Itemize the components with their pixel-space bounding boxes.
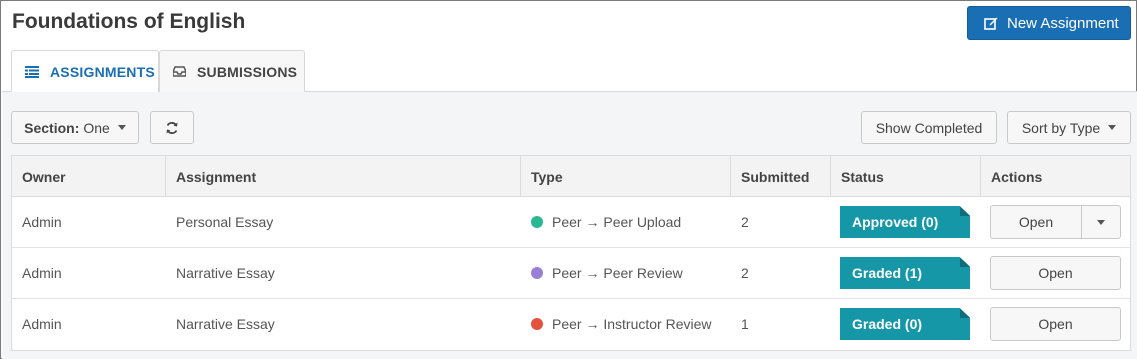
chevron-down-icon: [117, 125, 126, 130]
open-button[interactable]: Open: [990, 307, 1121, 341]
section-dropdown[interactable]: Section: One: [11, 111, 139, 144]
app-frame: Foundations of English New Assignment AS…: [0, 0, 1137, 359]
assignment-cell: Personal Essay: [176, 214, 274, 230]
new-assignment-label: New Assignment: [1007, 14, 1119, 32]
show-completed-button[interactable]: Show Completed: [861, 111, 997, 144]
new-assignment-button[interactable]: New Assignment: [967, 6, 1131, 40]
column-header-status[interactable]: Status: [831, 156, 981, 197]
owner-cell: Admin: [22, 265, 62, 281]
column-header-type[interactable]: Type: [521, 156, 731, 197]
list-icon: [25, 66, 39, 78]
refresh-icon: [166, 121, 178, 134]
refresh-button[interactable]: [150, 111, 194, 144]
type-dot-icon: [531, 318, 543, 330]
assignments-table: Owner Assignment Type Submitted Status A…: [11, 155, 1131, 351]
tab-assignments[interactable]: ASSIGNMENTS: [11, 50, 159, 93]
sort-dropdown[interactable]: Sort by Type: [1007, 111, 1131, 144]
type-cell: Peer → Peer Review: [521, 248, 683, 298]
type-label: Peer → Instructor Review: [552, 316, 712, 332]
assignment-cell: Narrative Essay: [176, 265, 275, 281]
edit-icon: [984, 17, 998, 30]
type-cell: Peer → Instructor Review: [521, 299, 712, 349]
tab-submissions-label: SUBMISSIONS: [197, 63, 298, 80]
column-header-owner[interactable]: Owner: [12, 156, 166, 197]
open-button[interactable]: Open: [990, 256, 1121, 290]
type-dot-icon: [531, 267, 543, 279]
status-badge[interactable]: Graded (0): [840, 308, 970, 340]
table-row: Admin Narrative Essay Peer → Instructor …: [12, 299, 1130, 350]
submitted-cell: 2: [741, 265, 749, 281]
tab-submissions[interactable]: SUBMISSIONS: [159, 50, 305, 92]
chevron-down-icon: [1097, 219, 1105, 225]
column-header-actions: Actions: [991, 168, 1043, 185]
sort-label: Sort by Type: [1021, 119, 1101, 136]
tab-assignments-label: ASSIGNMENTS: [50, 64, 155, 80]
chevron-down-icon: [1108, 125, 1117, 130]
section-label: Section:: [24, 119, 80, 136]
column-header-submitted[interactable]: Submitted: [731, 156, 831, 197]
owner-cell: Admin: [22, 316, 62, 332]
open-dropdown-toggle[interactable]: [1081, 205, 1121, 239]
table-header: Owner Assignment Type Submitted Status A…: [12, 156, 1130, 197]
type-label: Peer → Peer Review: [552, 265, 683, 281]
assignment-cell: Narrative Essay: [176, 316, 275, 332]
status-badge[interactable]: Approved (0): [840, 206, 970, 238]
column-header-assignment[interactable]: Assignment: [166, 156, 521, 197]
page-title: Foundations of English: [12, 10, 246, 33]
submitted-cell: 1: [741, 316, 749, 332]
table-row: Admin Personal Essay Peer → Peer Upload …: [12, 197, 1130, 248]
type-cell: Peer → Peer Upload: [521, 197, 681, 247]
table-row: Admin Narrative Essay Peer → Peer Review…: [12, 248, 1130, 299]
inbox-icon: [173, 66, 186, 77]
section-value: One: [83, 119, 110, 136]
type-label: Peer → Peer Upload: [552, 214, 682, 230]
submitted-cell: 2: [741, 214, 749, 230]
status-badge[interactable]: Graded (1): [840, 257, 970, 289]
type-dot-icon: [531, 216, 543, 228]
open-button[interactable]: Open: [990, 205, 1082, 239]
owner-cell: Admin: [22, 214, 62, 230]
